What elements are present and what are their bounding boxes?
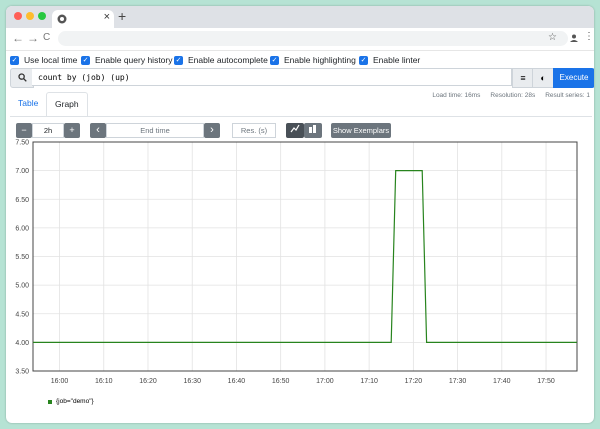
option-enable-highlighting[interactable]: ✓ Enable highlighting — [270, 54, 356, 66]
resolution: Resolution: 28s — [490, 92, 536, 99]
address-bar[interactable]: ☆ — [58, 31, 568, 46]
y-tick-label: 6.00 — [15, 225, 29, 232]
chart-legend[interactable]: {job="demo"} — [48, 398, 94, 405]
star-icon[interactable]: ☆ — [548, 32, 557, 43]
y-tick-label: 5.50 — [15, 254, 29, 261]
resolution-input[interactable]: Res. (s) — [232, 123, 276, 138]
increase-range-button[interactable]: + — [64, 123, 80, 138]
option-label: Enable highlighting — [284, 55, 356, 65]
option-label: Enable linter — [373, 55, 421, 65]
query-input[interactable]: count by (job) (up) — [32, 68, 512, 86]
checkbox-icon[interactable]: ✓ — [359, 55, 368, 65]
tab-strip: × + — [6, 6, 594, 28]
y-tick-label: 5.00 — [15, 283, 29, 290]
y-tick-label: 7.00 — [15, 168, 29, 175]
chrome-icon — [57, 14, 67, 24]
x-tick-label: 17:50 — [537, 378, 555, 385]
x-tick-label: 16:50 — [272, 378, 290, 385]
stacked-chart-icon[interactable] — [304, 123, 322, 138]
x-tick-label: 16:30 — [183, 378, 201, 385]
checkbox-icon[interactable]: ✓ — [270, 55, 279, 65]
format-query-icon[interactable]: ≡ — [512, 68, 534, 88]
load-time: Load time: 16ms — [432, 92, 481, 99]
x-tick-label: 16:40 — [228, 378, 246, 385]
search-icon — [10, 68, 34, 88]
y-tick-label: 7.50 — [15, 140, 29, 147]
option-use-local-time[interactable]: ✓ Use local time — [10, 54, 77, 66]
checkbox-icon[interactable]: ✓ — [174, 55, 183, 65]
decrease-range-button[interactable]: − — [16, 123, 32, 138]
close-window-dot[interactable] — [14, 12, 22, 20]
next-time-button[interactable]: › — [204, 123, 220, 138]
end-time-input[interactable]: End time — [106, 123, 204, 138]
x-tick-label: 17:30 — [449, 378, 467, 385]
x-tick-label: 16:20 — [139, 378, 157, 385]
query-stats: Load time: 16ms Resolution: 28s Result s… — [432, 92, 590, 99]
forward-icon[interactable]: → — [27, 31, 39, 45]
tab-table[interactable]: Table — [10, 92, 46, 115]
line-chart-icon[interactable] — [286, 123, 304, 138]
metrics-explorer-icon[interactable]: ◐ — [532, 68, 554, 88]
legend-swatch — [48, 399, 52, 404]
x-tick-label: 16:00 — [51, 378, 69, 385]
y-tick-label: 6.50 — [15, 197, 29, 204]
option-enable-query-history[interactable]: ✓ Enable query history — [81, 54, 173, 66]
option-label: Enable autocomplete — [188, 55, 268, 65]
reload-icon[interactable]: C — [43, 32, 50, 43]
new-tab-button[interactable]: + — [118, 8, 126, 24]
range-input[interactable]: 2h — [32, 123, 64, 138]
tab-graph[interactable]: Graph — [46, 92, 88, 117]
back-icon[interactable]: ← — [12, 31, 24, 45]
tab-close-icon[interactable]: × — [104, 11, 110, 23]
option-enable-autocomplete[interactable]: ✓ Enable autocomplete — [174, 54, 268, 66]
option-label: Use local time — [24, 55, 78, 65]
graph-chart: 3.50 4.00 4.50 5.00 5.50 6.00 6.50 7.00 7.50 16:… — [15, 140, 578, 385]
x-tick-label: 17:40 — [493, 378, 511, 385]
tab-divider — [10, 116, 592, 117]
profile-icon[interactable] — [569, 33, 579, 43]
y-tick-label: 3.50 — [15, 369, 29, 376]
settings-options: ✓ Use local time ✓ Enable query history … — [6, 50, 594, 68]
browser-window: × + ← → C ☆ ⋮ ✓ Use local time ✓ Enable … — [6, 6, 594, 423]
result-series: Result series: 1 — [545, 92, 590, 99]
browser-toolbar: ← → C ☆ ⋮ — [6, 28, 594, 51]
x-tick-label: 17:00 — [316, 378, 334, 385]
minimize-window-dot[interactable] — [26, 12, 34, 20]
menu-icon[interactable]: ⋮ — [584, 31, 594, 42]
previous-time-button[interactable]: ‹ — [90, 123, 106, 138]
execute-button[interactable]: Execute — [553, 68, 594, 88]
x-tick-label: 17:20 — [405, 378, 423, 385]
checkbox-icon[interactable]: ✓ — [81, 55, 90, 65]
y-tick-label: 4.50 — [15, 311, 29, 318]
legend-label: {job="demo"} — [56, 398, 94, 405]
query-bar: count by (job) (up) ≡ ◐ Execute — [10, 68, 594, 88]
option-enable-linter[interactable]: ✓ Enable linter — [359, 54, 420, 66]
x-tick-label: 16:10 — [95, 378, 113, 385]
y-tick-label: 4.00 — [15, 340, 29, 347]
option-label: Enable query history — [95, 55, 173, 65]
x-tick-label: 17:10 — [360, 378, 378, 385]
checkbox-icon[interactable]: ✓ — [10, 55, 19, 65]
browser-tab[interactable]: × — [52, 10, 114, 28]
maximize-window-dot[interactable] — [38, 12, 46, 20]
show-exemplars-button[interactable]: Show Exemplars — [331, 123, 391, 138]
